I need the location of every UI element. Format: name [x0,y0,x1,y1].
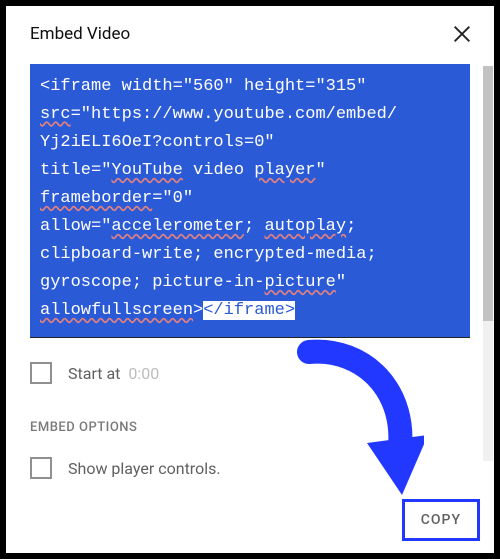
start-at-label: Start at 0:00 [68,364,159,383]
show-controls-row: Show player controls. [30,441,470,489]
close-icon [451,23,473,45]
modal-footer: COPY [6,491,494,553]
scrollbar[interactable] [483,66,493,461]
show-controls-label: Show player controls. [68,459,221,478]
modal-title: Embed Video [30,24,130,44]
embed-video-modal: Embed Video <iframe width="560" height="… [6,6,494,553]
start-at-row: Start at 0:00 [30,338,470,394]
embed-options-title: EMBED OPTIONS [30,394,470,441]
embed-code-textarea[interactable]: <iframe width="560" height="315" src="ht… [30,64,470,338]
copy-button[interactable]: COPY [402,499,480,541]
show-controls-checkbox[interactable] [30,457,52,479]
modal-body: <iframe width="560" height="315" src="ht… [6,56,494,491]
close-button[interactable] [450,22,474,46]
start-at-time: 0:00 [128,364,159,383]
scrollbar-thumb[interactable] [483,66,493,321]
start-at-checkbox[interactable] [30,362,52,384]
modal-header: Embed Video [6,6,494,56]
